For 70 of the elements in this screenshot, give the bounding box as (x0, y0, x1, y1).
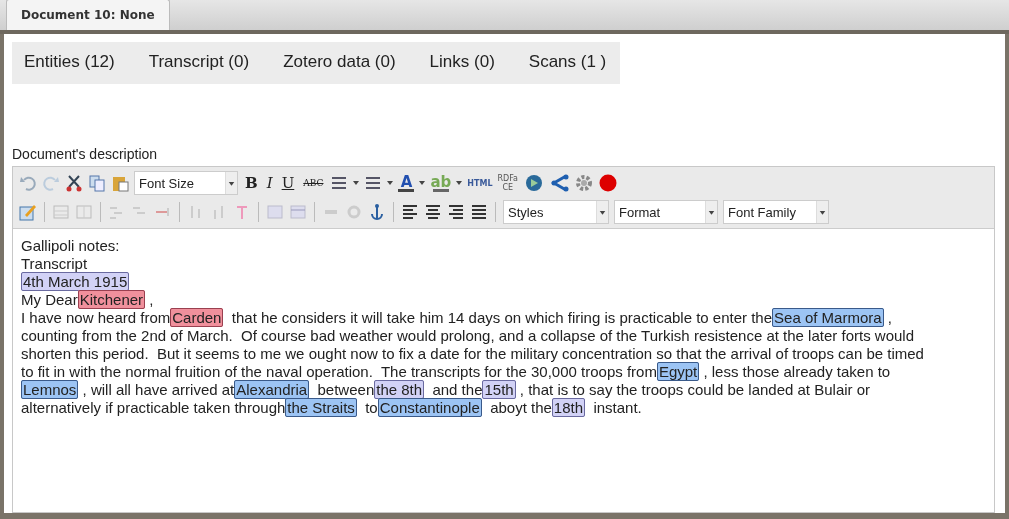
text: to fit in with the normal fruition of the naval operation. The transcripts for the 30,000 troops from (21, 363, 657, 380)
text: I have now heard from (21, 309, 171, 326)
text: counting from the 2nd of March. Of course bad weather would prolong, and a collapse of the Turkish resistence at the later forts would (21, 327, 914, 344)
record-icon[interactable] (598, 174, 619, 192)
entity-tag[interactable]: Sea of Marmora (772, 308, 884, 327)
text: , will all have arrived at (81, 381, 235, 398)
strikethrough-button[interactable]: ABC (301, 178, 326, 188)
entity-tag[interactable]: the 8th (374, 380, 425, 399)
align-left-icon[interactable] (401, 203, 419, 221)
text: alternatively if practicable taken through (21, 399, 286, 416)
text: aboyt the (489, 399, 552, 416)
html-button[interactable]: HTML (467, 178, 493, 188)
text: that he considers it will take him 14 days on which firing is practicable to enter the (230, 309, 773, 326)
text: Transcript (21, 255, 88, 272)
text: My Dear (21, 291, 78, 308)
settings-icon[interactable] (575, 174, 594, 192)
anchor-icon[interactable] (368, 203, 386, 221)
text: shorten this period. But it seems to me we ought now to fix a date for the military concentration so that the arrival of troops can be timed (21, 345, 924, 362)
text: to (364, 399, 378, 416)
numbered-list-icon[interactable] (364, 174, 383, 192)
entity-tag[interactable]: Kitchener (77, 290, 146, 309)
align-right-icon[interactable] (447, 203, 465, 221)
text: , (148, 291, 154, 308)
entity-tag[interactable]: Carden (170, 308, 224, 327)
font-size-select[interactable]: Font Size (134, 171, 238, 195)
justify-icon[interactable] (470, 203, 488, 221)
dropdown-arrow-icon[interactable] (353, 181, 360, 185)
italic-button[interactable]: I (264, 174, 275, 192)
entity-tag[interactable]: Constantinople (377, 398, 482, 417)
caret-icon[interactable] (816, 201, 828, 223)
text: between (316, 381, 375, 398)
text: , (886, 309, 892, 326)
caret-icon[interactable] (596, 201, 608, 223)
entity-tag[interactable]: 4th March 1915 (21, 272, 130, 291)
format-select[interactable]: Format (614, 200, 718, 224)
text: , less those already taken to (702, 363, 891, 380)
field-label: Document's description (12, 146, 159, 162)
caret-icon[interactable] (225, 172, 237, 194)
entity-tag[interactable]: Egypt (656, 362, 700, 381)
tab[interactable]: Entities (12) (24, 52, 115, 72)
scissors-icon[interactable] (65, 174, 83, 192)
caret-icon[interactable] (705, 201, 717, 223)
text: Gallipoli notes: (21, 237, 120, 254)
bullet-list-icon[interactable] (330, 174, 349, 192)
entity-tag[interactable]: the Straits (285, 398, 357, 417)
entity-tag[interactable]: 18th (551, 398, 586, 417)
font-family-select[interactable]: Font Family (723, 200, 829, 224)
tab[interactable]: Links (0) (429, 52, 495, 72)
tab[interactable]: Transcript (0) (148, 52, 250, 72)
share-icon[interactable] (550, 174, 571, 192)
dropdown-arrow-icon[interactable] (387, 181, 394, 185)
rdfa-button[interactable]: RDFa CE (497, 174, 519, 192)
clipboard-icon[interactable] (111, 174, 129, 192)
font-color-button[interactable]: A (398, 174, 415, 192)
dropdown-arrow-icon[interactable] (456, 181, 463, 185)
styles-select[interactable]: Styles (503, 200, 609, 224)
copy-icon[interactable] (88, 174, 106, 192)
dropdown-arrow-icon[interactable] (419, 181, 426, 185)
text: instant. (592, 399, 642, 416)
underline-button[interactable]: U (279, 174, 297, 192)
entity-tag[interactable]: Alexandria (234, 380, 310, 399)
align-center-icon[interactable] (424, 203, 442, 221)
text: , that is to say the troops could be landed at Bulair or (518, 381, 871, 398)
tab[interactable]: Zotero data (0) (283, 52, 396, 72)
document-tab[interactable]: Document 10: None (6, 0, 170, 30)
text: and the (431, 381, 483, 398)
entity-tag[interactable]: Lemnos (21, 380, 79, 399)
bold-button[interactable]: B (243, 174, 260, 192)
tab[interactable]: Scans (1 ) (528, 52, 607, 72)
entity-tag[interactable]: 15th (482, 380, 516, 399)
